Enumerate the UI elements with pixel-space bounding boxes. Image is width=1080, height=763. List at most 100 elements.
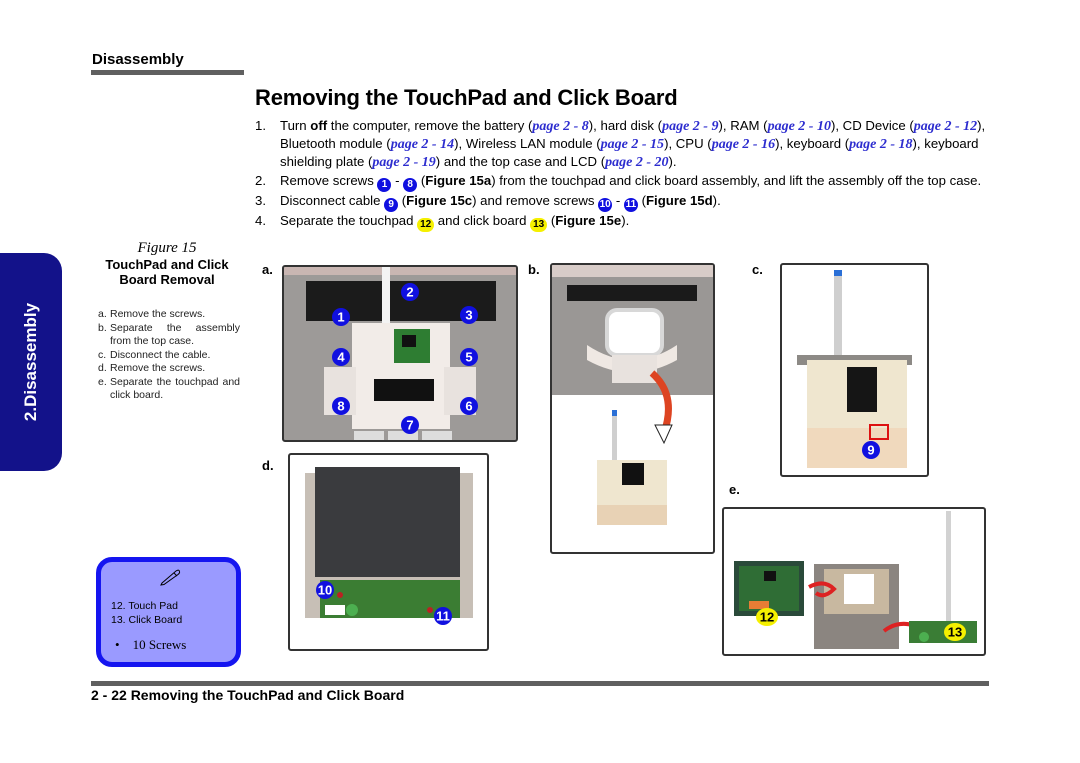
- step-text: Turn off the computer, remove the batter…: [280, 118, 986, 171]
- page-reference-link[interactable]: page 2 - 16: [712, 137, 775, 152]
- step-text: Separate the touchpad 12 and click board…: [280, 212, 630, 232]
- page-reference-link[interactable]: page 2 - 15: [601, 137, 664, 152]
- callout-2: 2: [401, 283, 419, 301]
- page-reference-link[interactable]: page 2 - 8: [532, 119, 588, 134]
- callout-9: 9: [862, 441, 880, 459]
- callout-badge: 9: [384, 197, 399, 212]
- svg-text:2: 2: [406, 285, 413, 300]
- step-item: 1. Turn off the computer, remove the batt…: [255, 117, 990, 172]
- callout-4: 4: [332, 348, 350, 366]
- step-number: 2.: [255, 172, 266, 188]
- section-label: Disassembly: [92, 51, 184, 68]
- svg-text:4: 4: [337, 350, 345, 365]
- legend-text: Separate the touchpad and click board.: [110, 375, 240, 402]
- legend-key: e.: [98, 375, 107, 388]
- note-box: 12. Touch Pad 13. Click Board • 10 Screw…: [96, 557, 241, 667]
- legend-item: a. Remove the screws.: [98, 308, 240, 322]
- panel-a-callouts: 1 2 3 4 5 6 7 8: [332, 283, 478, 434]
- page-reference-link[interactable]: page 2 - 19: [372, 155, 435, 170]
- figure-caption: Figure 15 TouchPad and Click Board Remov…: [92, 240, 242, 287]
- callout-13: 13: [944, 623, 966, 641]
- svg-text:13: 13: [948, 625, 962, 640]
- page-reference-link[interactable]: page 2 - 12: [914, 119, 977, 134]
- legend-key: b.: [98, 321, 107, 334]
- chapter-tab[interactable]: 2.Disassembly: [0, 253, 62, 471]
- page-reference-link[interactable]: page 2 - 20: [605, 155, 668, 170]
- footer-rule: [91, 681, 989, 686]
- chapter-tab-label: 2.Disassembly: [21, 302, 40, 422]
- step-number: 3.: [255, 192, 266, 208]
- legend-key: a.: [98, 308, 107, 320]
- callout-11: 11: [434, 607, 452, 625]
- callout-7: 7: [401, 416, 419, 434]
- callout-3: 3: [460, 306, 478, 324]
- figure-number: Figure 15: [137, 240, 197, 256]
- legend-text: Separate the assembly from the top case.: [110, 321, 240, 348]
- panel-c-label: c.: [752, 262, 763, 277]
- svg-text:9: 9: [867, 443, 874, 458]
- note-bullet: • 10 Screws: [115, 637, 187, 652]
- legend-item: e. Separate the touchpad and click board.: [98, 376, 240, 403]
- page-reference-link[interactable]: page 2 - 9: [662, 119, 718, 134]
- svg-text:8: 8: [337, 399, 344, 414]
- bold-text: Figure 15d: [645, 192, 713, 208]
- note-bullet-text: 10 Screws: [132, 637, 187, 652]
- callout-6: 6: [460, 397, 478, 415]
- svg-text:7: 7: [406, 418, 413, 433]
- step-text: Remove screws 1 - 8 (Figure 15a) from th…: [280, 172, 982, 192]
- panel-c-callouts: 9: [862, 441, 880, 459]
- panel-b-label: b.: [528, 262, 540, 277]
- callout-badge-yellow: 13: [530, 217, 548, 232]
- page-reference-link[interactable]: page 2 - 14: [391, 137, 454, 152]
- bold-text: Figure 15c: [406, 192, 473, 208]
- legend-text: Disconnect the cable.: [110, 348, 211, 361]
- callout-12: 12: [756, 608, 778, 626]
- step-number: 1.: [255, 118, 266, 133]
- svg-text:10: 10: [318, 583, 332, 598]
- svg-text:5: 5: [465, 350, 472, 365]
- photo-panel-b: [550, 263, 715, 554]
- panel-a-label: a.: [262, 262, 273, 277]
- callout-10: 10: [316, 581, 334, 599]
- callout-8: 8: [332, 397, 350, 415]
- pen-icon: [159, 568, 181, 591]
- legend-item: c. Disconnect the cable.: [98, 349, 240, 363]
- callout-badge: 11: [623, 197, 638, 212]
- svg-text:3: 3: [465, 308, 472, 323]
- footer-page-label: 2 - 22 Removing the TouchPad and Click B…: [91, 687, 405, 703]
- bold-text: Figure 15a: [425, 172, 492, 188]
- svg-text:11: 11: [436, 609, 450, 624]
- step-item: 2. Remove screws 1 - 8 (Figure 15a) from …: [255, 172, 990, 192]
- legend-item: b. Separate the assembly from the top cas…: [98, 322, 240, 349]
- svg-text:1: 1: [337, 310, 344, 325]
- bold-text: Figure 15e: [555, 212, 622, 228]
- panel-d-label: d.: [262, 458, 274, 473]
- note-item: 13. Click Board: [111, 614, 183, 626]
- step-item: 3. Disconnect cable 9 (Figure 15c) and re…: [255, 192, 990, 212]
- legend-text: Remove the screws.: [110, 362, 206, 374]
- callout-badge: 1: [377, 177, 392, 192]
- callout-badge: 8: [403, 177, 418, 192]
- callout-badge-yellow: 12: [417, 217, 435, 232]
- page-reference-link[interactable]: page 2 - 10: [768, 119, 831, 134]
- callout-badge: 10: [598, 197, 613, 212]
- panel-d-callouts: 10 11: [316, 581, 452, 625]
- section-rule: [91, 70, 244, 75]
- svg-text:12: 12: [760, 610, 774, 625]
- step-text: Disconnect cable 9 (Figure 15c) and remo…: [280, 192, 721, 212]
- svg-text:6: 6: [465, 399, 472, 414]
- legend-key: c.: [98, 348, 107, 361]
- bold-text: off: [310, 118, 328, 133]
- step-item: 4. Separate the touchpad 12 and click boa…: [255, 212, 990, 232]
- note-item: 12. Touch Pad: [111, 600, 178, 612]
- legend-text: Remove the screws.: [110, 308, 206, 320]
- legend-key: d.: [98, 362, 107, 374]
- page-reference-link[interactable]: page 2 - 18: [849, 137, 912, 152]
- panel-b-illustration: [552, 265, 713, 525]
- steps-list: 1. Turn off the computer, remove the batt…: [255, 117, 990, 232]
- figure-title-line2: Board Removal: [119, 272, 215, 287]
- figure-title-line1: TouchPad and Click: [105, 257, 229, 272]
- legend-item: d. Remove the screws.: [98, 362, 240, 376]
- figure-legend: a. Remove the screws. b. Separate the asse…: [98, 308, 240, 403]
- page-title: Removing the TouchPad and Click Board: [255, 85, 678, 110]
